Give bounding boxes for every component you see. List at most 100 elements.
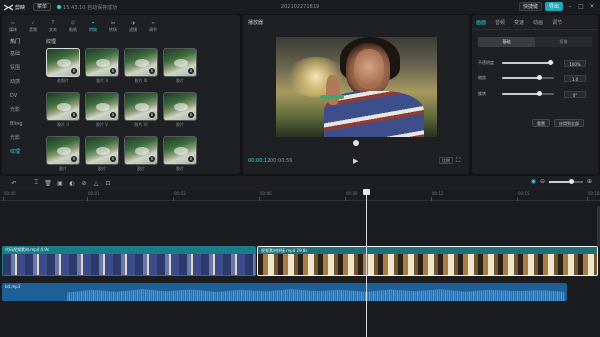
download-icon[interactable]: ⬇ [188, 156, 194, 162]
maximize-icon[interactable]: □ [577, 3, 585, 11]
capcut-logo-icon [4, 3, 13, 11]
properties-tab[interactable]: 画面 [476, 19, 486, 26]
timeline-ruler[interactable]: 00:00 00:01 00:03 00:06 00:09 00:12 00:15 00:18 [0, 191, 600, 201]
video-clip[interactable]: 视频素材拼接.mp4 29.8s [257, 246, 598, 276]
shortcut-button[interactable]: 快捷键 [518, 2, 542, 11]
playhead-handle[interactable] [363, 189, 370, 195]
tab-filter[interactable]: ◑ 滤镜 [124, 17, 142, 35]
download-icon[interactable]: ⬇ [110, 68, 116, 74]
download-icon[interactable]: ⬇ [188, 68, 194, 74]
effect-tile[interactable]: ⬇ 胶片 II [85, 48, 119, 84]
property-slider[interactable] [502, 75, 554, 80]
mirror-icon[interactable]: ⊘ [78, 177, 90, 189]
download-icon[interactable]: ⬇ [149, 68, 155, 74]
effect-thumbnail: ⬇ [163, 92, 197, 121]
total-time: 00:00:56 [270, 158, 293, 164]
ruler-tick: 00:01 [87, 191, 100, 201]
playhead[interactable] [363, 189, 370, 337]
properties-buttons: 重置 应用到全部 [532, 119, 584, 127]
tab-transition[interactable]: ⋈ 转场 [104, 17, 122, 35]
delete-icon[interactable]: 🗑 [42, 177, 54, 189]
fullscreen-icon[interactable]: ⛶ [456, 157, 460, 165]
effect-tile[interactable]: ⬇ 胶片 [46, 136, 80, 172]
preview-scrub-handle[interactable] [353, 140, 359, 146]
undo-icon[interactable]: ↶ [8, 177, 20, 189]
category-item[interactable]: 光影 [2, 131, 40, 145]
properties-tab[interactable]: 变速 [514, 19, 524, 26]
effect-thumbnail: ⬇ [163, 48, 197, 77]
autosave-dot-icon [57, 5, 62, 9]
tab-audio[interactable]: ♪ 音频 [24, 17, 42, 35]
tab-text[interactable]: T 文本 [44, 17, 62, 35]
properties-tab[interactable]: 动画 [533, 19, 543, 26]
effect-tile[interactable]: ⬇ 胶片 [163, 92, 197, 128]
download-icon[interactable]: ⬇ [71, 112, 77, 118]
download-icon[interactable]: ⬇ [149, 112, 155, 118]
category-item[interactable]: DV [2, 89, 40, 103]
effect-tile[interactable]: ⬇ 胶片 [124, 136, 158, 172]
video-preview[interactable] [276, 37, 437, 137]
tab-adjust[interactable]: ≡ 调节 [144, 17, 162, 35]
property-value-input[interactable]: 1.0 [564, 74, 586, 82]
effect-thumbnail: ⬇ [124, 48, 158, 77]
apply-all-button[interactable]: 应用到全部 [554, 119, 584, 127]
play-icon[interactable]: ▶ [353, 157, 358, 165]
ratio-button[interactable]: 比例 [439, 157, 453, 164]
properties-tab[interactable]: 音频 [495, 19, 505, 26]
category-item[interactable]: 纹理 [2, 145, 40, 159]
effect-tile[interactable]: ⬇ 胶片 V [85, 92, 119, 128]
property-value-input[interactable]: 100% [564, 59, 586, 67]
effect-thumbnail: ⬇ [124, 92, 158, 121]
minimize-icon[interactable]: – [566, 3, 574, 11]
category-item[interactable]: 基础 [2, 47, 40, 61]
ruler-tick: 00:15 [517, 191, 530, 201]
audio-clip[interactable]: bd.mp3 [2, 283, 567, 301]
download-icon[interactable]: ⬇ [71, 68, 77, 74]
crop-icon[interactable]: ⊡ [102, 177, 114, 189]
snap-icon[interactable]: ◉ [531, 178, 536, 185]
effect-tile[interactable]: ⬇ 胶片 [163, 48, 197, 84]
zoom-slider[interactable] [548, 178, 583, 184]
zoom-out-icon[interactable]: ⊖ [540, 178, 545, 185]
download-icon[interactable]: ⬇ [149, 156, 155, 162]
properties-subtab[interactable]: 抠像 [535, 37, 592, 47]
download-icon[interactable]: ⬇ [71, 156, 77, 162]
effect-tile[interactable]: ⬇ 胶片 II [46, 92, 80, 128]
reverse-icon[interactable]: ◐ [66, 177, 78, 189]
video-clip[interactable]: 代码视频素材.mp4 4.9s [2, 246, 256, 276]
freeze-icon[interactable]: ▣ [54, 177, 66, 189]
effect-thumbnail: ⬇ [46, 136, 80, 165]
category-item[interactable]: 光影 [2, 103, 40, 117]
property-row: 缩放 1.0 [478, 73, 594, 83]
tab-sticker[interactable]: ☺ 贴纸 [64, 17, 82, 35]
property-slider[interactable] [502, 60, 554, 65]
app-name: 剪映 [15, 4, 26, 11]
audio-clip-title: bd.mp3 [5, 284, 21, 289]
property-value-input[interactable]: 0° [564, 90, 586, 98]
category-item[interactable]: 动感 [2, 75, 40, 89]
download-icon[interactable]: ⬇ [110, 112, 116, 118]
category-hot[interactable]: 热门 [2, 37, 40, 47]
effect-tile[interactable]: ⬇ 胶片 [163, 136, 197, 172]
effect-tile[interactable]: ⬇ 胶片 VI [124, 92, 158, 128]
export-button[interactable]: 导出 [544, 2, 563, 11]
download-icon[interactable]: ⬇ [110, 156, 116, 162]
split-icon[interactable]: ⌶ [30, 177, 42, 189]
category-item[interactable]: Bling [2, 117, 40, 131]
tab-effects[interactable]: ✦ 特效 [84, 17, 102, 35]
effect-thumbnail: ⬇ [46, 48, 80, 77]
category-item[interactable]: 氛围 [2, 61, 40, 75]
close-icon[interactable]: ✕ [588, 3, 596, 11]
effect-tile[interactable]: ⬇ 老照片 [46, 48, 80, 84]
property-slider[interactable] [502, 91, 554, 96]
properties-tab[interactable]: 调节 [552, 19, 562, 26]
rotate-icon[interactable]: △ [90, 177, 102, 189]
download-icon[interactable]: ⬇ [188, 112, 194, 118]
effect-tile[interactable]: ⬇ 胶片 [85, 136, 119, 172]
tab-media[interactable]: ▭ 媒体 [4, 17, 22, 35]
zoom-in-icon[interactable]: ⊕ [587, 178, 592, 185]
reset-button[interactable]: 重置 [532, 119, 550, 127]
effect-tile[interactable]: ⬇ 胶片 III [124, 48, 158, 84]
menu-button[interactable]: 菜单 [33, 3, 52, 11]
properties-subtab[interactable]: 基础 [478, 37, 535, 47]
